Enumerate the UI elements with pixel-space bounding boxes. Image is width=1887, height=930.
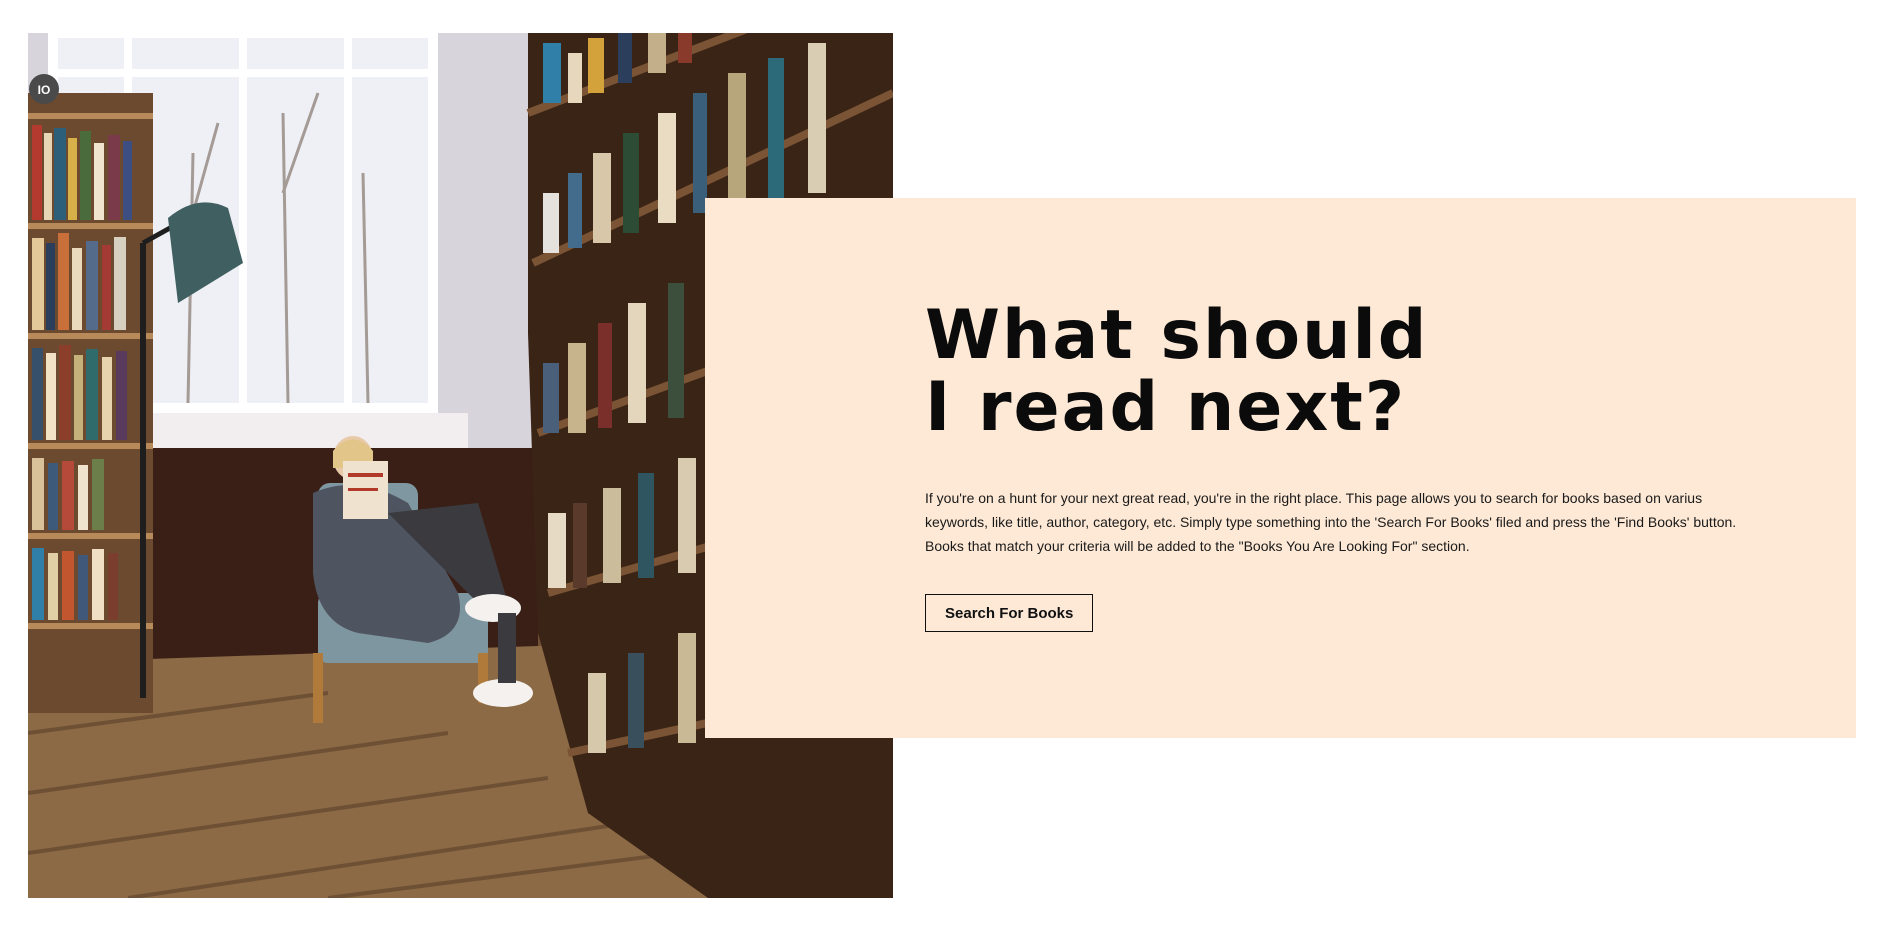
photo-badge: IO bbox=[38, 83, 51, 97]
page-title: What should I read next? bbox=[925, 300, 1745, 444]
hero-description: If you're on a hunt for your next great … bbox=[925, 490, 1737, 554]
page: IO What should I read next? If you're on… bbox=[0, 0, 1887, 930]
hero-content: What should I read next? If you're on a … bbox=[925, 300, 1745, 632]
page-title-line1: What should bbox=[925, 296, 1429, 375]
page-title-line2: I read next? bbox=[925, 368, 1407, 447]
hero-panel-overlay bbox=[705, 198, 893, 738]
search-for-books-button[interactable]: Search For Books bbox=[925, 594, 1094, 632]
